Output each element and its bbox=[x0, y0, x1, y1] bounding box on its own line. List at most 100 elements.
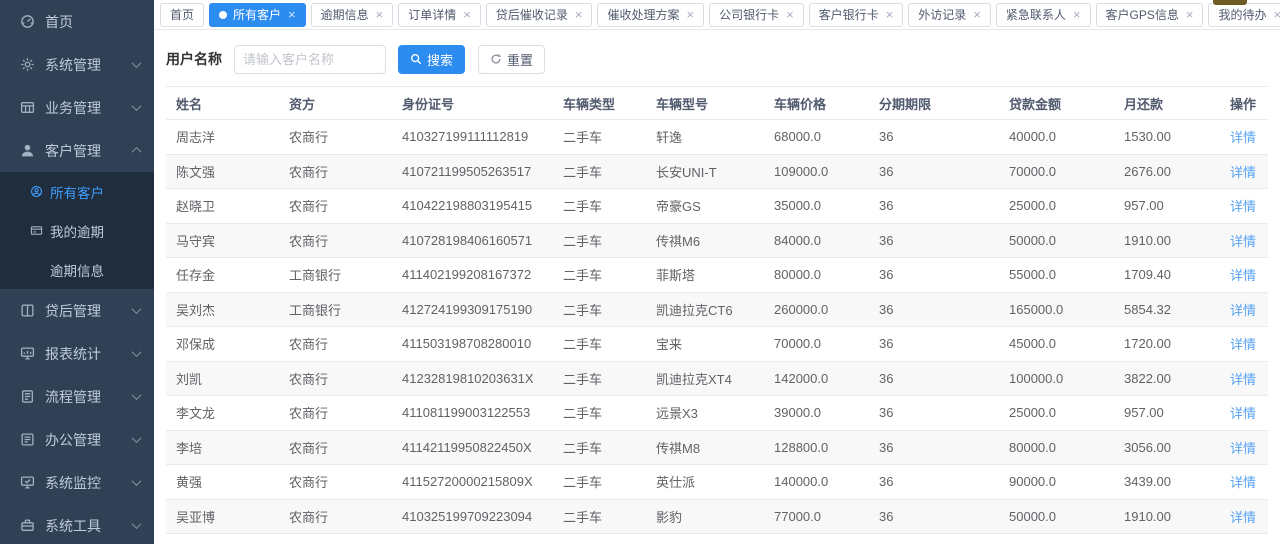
column-header-6: 分期期限 bbox=[879, 94, 1009, 113]
tab-close-icon[interactable]: × bbox=[686, 8, 694, 21]
search-button-label: 搜索 bbox=[427, 50, 453, 69]
sidebar-item-1[interactable]: 系统管理 bbox=[0, 43, 154, 86]
cell-price: 35000.0 bbox=[774, 198, 879, 213]
chart-monitor-icon bbox=[20, 346, 35, 361]
sidebar-item-6[interactable]: 流程管理 bbox=[0, 375, 154, 418]
cell-monthly: 5854.32 bbox=[1124, 302, 1209, 317]
tab-0[interactable]: 首页 bbox=[160, 3, 204, 27]
tab-close-icon[interactable]: × bbox=[575, 8, 583, 21]
cell-monthly: 1720.00 bbox=[1124, 336, 1209, 351]
tab-label: 客户银行卡 bbox=[819, 4, 879, 26]
cell-price: 68000.0 bbox=[774, 129, 879, 144]
customer-name-input[interactable] bbox=[234, 45, 386, 74]
flow-icon bbox=[20, 389, 35, 404]
search-button[interactable]: 搜索 bbox=[398, 45, 465, 74]
office-icon bbox=[20, 432, 35, 447]
tab-label: 客户GPS信息 bbox=[1106, 4, 1179, 26]
app-window: 首页系统管理业务管理客户管理所有客户我的逾期逾期信息贷后管理报表统计流程管理办公… bbox=[0, 0, 1280, 544]
detail-link[interactable]: 详情 bbox=[1230, 510, 1256, 525]
cell-name: 邓保成 bbox=[176, 334, 289, 353]
sidebar-item-0[interactable]: 首页 bbox=[0, 0, 154, 43]
detail-link[interactable]: 详情 bbox=[1230, 406, 1256, 421]
detail-link[interactable]: 详情 bbox=[1230, 268, 1256, 283]
tab-close-icon[interactable]: × bbox=[1073, 8, 1081, 21]
cell-action: 详情 bbox=[1209, 196, 1258, 215]
tab-1[interactable]: 所有客户× bbox=[209, 3, 306, 27]
column-header-7: 贷款金额 bbox=[1009, 94, 1124, 113]
submenu-item-0[interactable]: 所有客户 bbox=[0, 172, 154, 211]
sidebar-item-2[interactable]: 业务管理 bbox=[0, 86, 154, 129]
sidebar-item-7[interactable]: 办公管理 bbox=[0, 418, 154, 461]
cell-loan: 50000.0 bbox=[1009, 509, 1124, 524]
tab-5[interactable]: 催收处理方案 × bbox=[597, 3, 704, 27]
tab-6[interactable]: 公司银行卡× bbox=[709, 3, 804, 27]
cell-model: 传祺M8 bbox=[656, 438, 774, 457]
cell-term: 36 bbox=[879, 198, 1009, 213]
cell-loan: 80000.0 bbox=[1009, 440, 1124, 455]
cell-model: 英仕派 bbox=[656, 472, 774, 491]
cell-funder: 工商银行 bbox=[289, 300, 402, 319]
sidebar-item-label: 贷后管理 bbox=[45, 301, 101, 321]
chevron-down-icon bbox=[132, 101, 142, 111]
cell-price: 84000.0 bbox=[774, 233, 879, 248]
detail-link[interactable]: 详情 bbox=[1230, 303, 1256, 318]
tab-close-icon[interactable]: × bbox=[786, 8, 794, 21]
detail-link[interactable]: 详情 bbox=[1230, 165, 1256, 180]
content-panel: 用户名称 搜索 重置 姓名资方身份证号车辆类型车辆型号车辆价格分期期限贷款金额月… bbox=[154, 44, 1280, 544]
cell-model: 影豹 bbox=[656, 507, 774, 526]
tab-11[interactable]: 我的待办 × bbox=[1208, 3, 1280, 27]
monitor-icon bbox=[20, 475, 35, 490]
column-header-9: 操作 bbox=[1209, 94, 1258, 113]
reset-button[interactable]: 重置 bbox=[478, 45, 545, 74]
tab-close-icon[interactable]: × bbox=[376, 8, 384, 21]
sidebar-item-9[interactable]: 系统工具 bbox=[0, 504, 154, 544]
submenu-item-label: 我的逾期 bbox=[50, 221, 104, 241]
cell-model: 菲斯塔 bbox=[656, 265, 774, 284]
cell-name: 刘凯 bbox=[176, 369, 289, 388]
sidebar-item-label: 办公管理 bbox=[45, 430, 101, 450]
cell-loan: 40000.0 bbox=[1009, 129, 1124, 144]
cell-funder: 农商行 bbox=[289, 231, 402, 250]
sidebar-item-4[interactable]: 贷后管理 bbox=[0, 289, 154, 332]
submenu: 所有客户我的逾期逾期信息 bbox=[0, 172, 154, 289]
tab-8[interactable]: 外访记录× bbox=[908, 3, 991, 27]
sidebar-item-8[interactable]: 系统监控 bbox=[0, 461, 154, 504]
cell-monthly: 3056.00 bbox=[1124, 440, 1209, 455]
tab-close-icon[interactable]: × bbox=[1273, 8, 1280, 21]
tab-close-icon[interactable]: × bbox=[463, 8, 471, 21]
cell-action: 详情 bbox=[1209, 403, 1258, 422]
sidebar-item-5[interactable]: 报表统计 bbox=[0, 332, 154, 375]
detail-link[interactable]: 详情 bbox=[1230, 372, 1256, 387]
tab-close-icon[interactable]: × bbox=[973, 8, 981, 21]
chevron-down-icon bbox=[132, 347, 142, 357]
detail-link[interactable]: 详情 bbox=[1230, 234, 1256, 249]
tab-4[interactable]: 贷后催收记录× bbox=[486, 3, 593, 27]
cell-action: 详情 bbox=[1209, 438, 1258, 457]
tab-2[interactable]: 逾期信息× bbox=[311, 3, 394, 27]
tab-10[interactable]: 客户GPS信息 × bbox=[1096, 3, 1204, 27]
tab-7[interactable]: 客户银行卡 × bbox=[809, 3, 904, 27]
tab-label: 我的待办 bbox=[1218, 4, 1266, 26]
tab-3[interactable]: 订单详情× bbox=[398, 3, 481, 27]
cell-term: 36 bbox=[879, 474, 1009, 489]
cell-model: 凯迪拉克CT6 bbox=[656, 300, 774, 319]
detail-link[interactable]: 详情 bbox=[1230, 337, 1256, 352]
cell-id_number: 411402199208167372 bbox=[402, 267, 563, 282]
cell-loan: 25000.0 bbox=[1009, 405, 1124, 420]
table-row bbox=[166, 534, 1268, 544]
detail-link[interactable]: 详情 bbox=[1230, 130, 1256, 145]
submenu-item-2[interactable]: 逾期信息 bbox=[0, 250, 154, 289]
tab-label: 催收处理方案 bbox=[607, 4, 679, 26]
tab-close-icon[interactable]: × bbox=[288, 8, 296, 21]
tab-close-icon[interactable]: × bbox=[1186, 8, 1194, 21]
cell-funder: 农商行 bbox=[289, 162, 402, 181]
cell-funder: 工商银行 bbox=[289, 265, 402, 284]
tab-9[interactable]: 紧急联系人× bbox=[996, 3, 1091, 27]
cell-loan: 90000.0 bbox=[1009, 474, 1124, 489]
detail-link[interactable]: 详情 bbox=[1230, 441, 1256, 456]
submenu-item-1[interactable]: 我的逾期 bbox=[0, 211, 154, 250]
detail-link[interactable]: 详情 bbox=[1230, 475, 1256, 490]
detail-link[interactable]: 详情 bbox=[1230, 199, 1256, 214]
tab-close-icon[interactable]: × bbox=[886, 8, 894, 21]
sidebar-item-3[interactable]: 客户管理 bbox=[0, 129, 154, 172]
